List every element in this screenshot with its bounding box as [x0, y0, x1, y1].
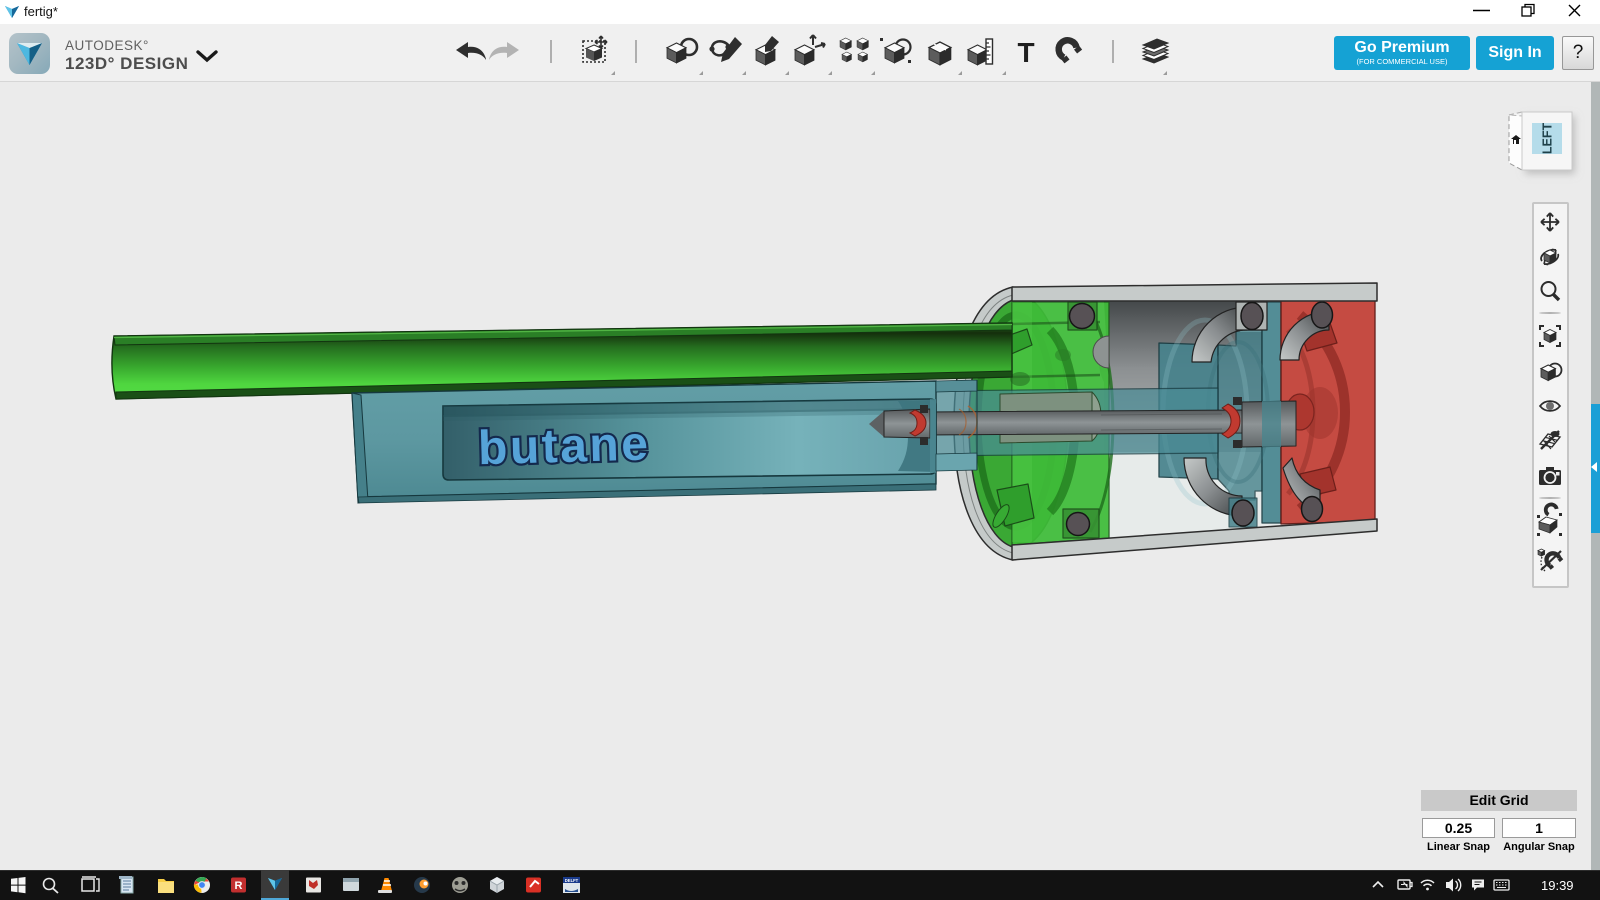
svg-text:butane: butane [477, 417, 651, 475]
svg-text:T: T [1017, 37, 1034, 68]
svg-text:DELFT: DELFT [565, 878, 579, 883]
svg-text:R: R [235, 880, 243, 892]
svg-text:LEFT: LEFT [1541, 123, 1555, 155]
